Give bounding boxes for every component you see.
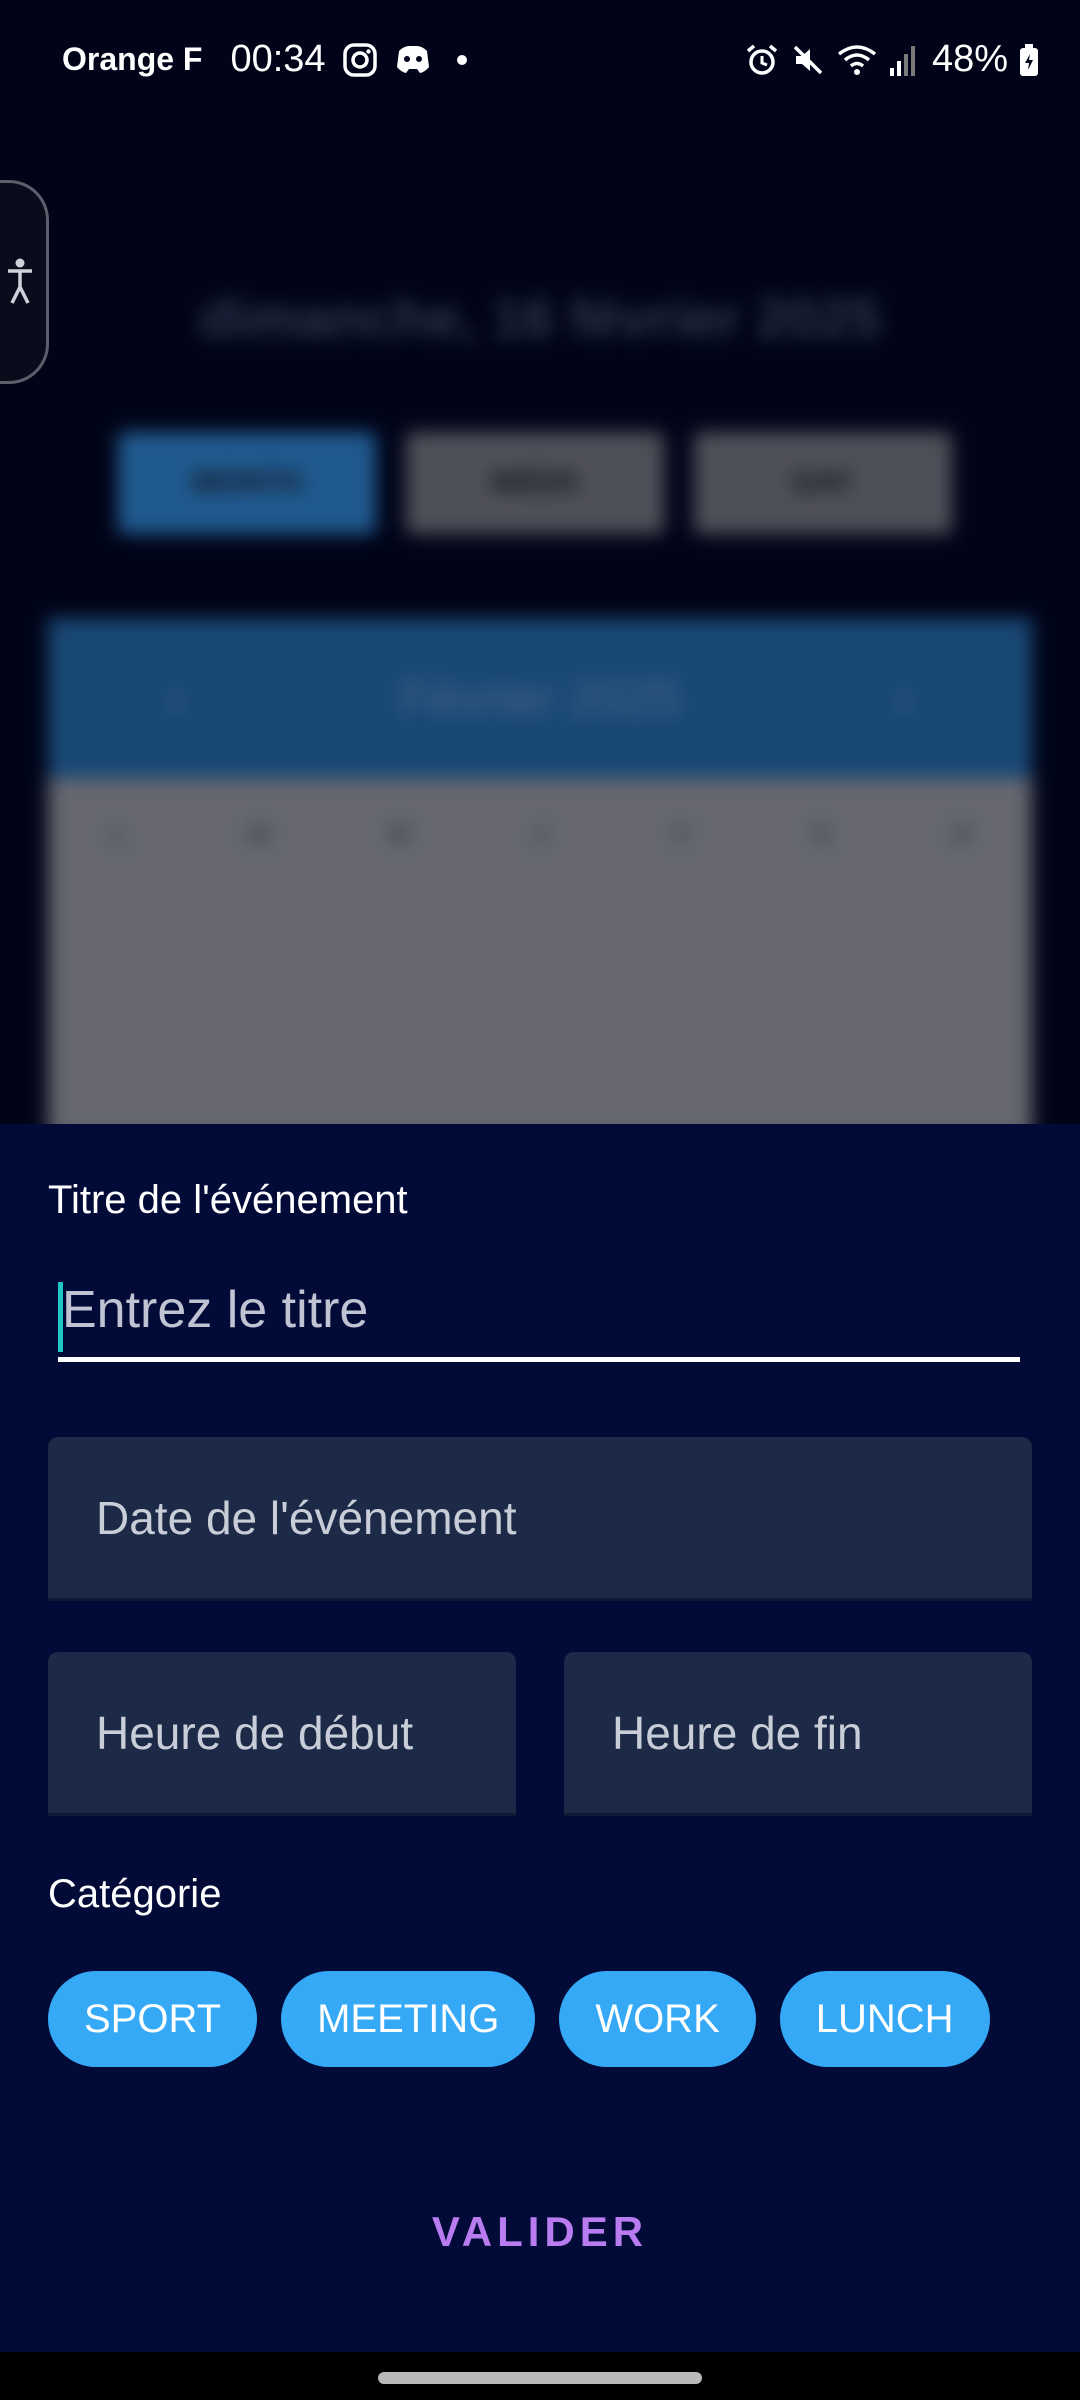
end-time-placeholder: Heure de fin (612, 1706, 863, 1759)
wifi-icon (836, 42, 878, 78)
category-chip-lunch[interactable]: LUNCH (779, 1971, 990, 2067)
background-calendar-header: ‹ Février 2025 › (48, 618, 1032, 778)
start-time-placeholder: Heure de début (96, 1706, 414, 1759)
carrier-name: Orange F (62, 41, 203, 77)
discord-icon (394, 43, 432, 77)
chevron-right-icon: › (895, 670, 912, 726)
weekday-label: M (247, 818, 271, 849)
navigation-bar (0, 2352, 1080, 2400)
home-indicator[interactable] (378, 2372, 702, 2384)
background-calendar-screen: dimanche, 16 février 2025 MONTH WEEK DAY… (0, 0, 1080, 1124)
category-chips: SPORT MEETING WORK LUNCH (48, 1971, 990, 2067)
signal-icon (888, 42, 918, 78)
accessibility-icon (8, 258, 32, 304)
submit-button[interactable]: VALIDER (0, 2208, 1080, 2256)
battery-icon (1018, 42, 1040, 78)
day-view-button: DAY (694, 432, 952, 534)
date-field[interactable]: Date de l'événement (48, 1437, 1032, 1601)
weekday-label: L (110, 818, 127, 849)
accessibility-tab[interactable] (0, 180, 49, 384)
weekday-label: V (671, 818, 690, 849)
title-label: Titre de l'événement (48, 1178, 408, 1222)
weekday-label: D (951, 818, 972, 849)
mute-icon (790, 42, 826, 78)
category-chip-sport[interactable]: SPORT (48, 1971, 258, 2067)
category-chip-meeting[interactable]: MEETING (281, 1971, 536, 2067)
instagram-icon (342, 42, 378, 78)
text-caret (58, 1282, 63, 1352)
dot-icon (448, 53, 476, 67)
start-time-field[interactable]: Heure de début (48, 1652, 516, 1816)
alarm-icon (744, 42, 780, 78)
battery-percentage: 48% (931, 38, 1008, 80)
category-label: Catégorie (48, 1872, 222, 1916)
status-bar: Orange F 00:34 48% (0, 0, 1080, 120)
date-placeholder: Date de l'événement (96, 1491, 517, 1544)
background-date-heading: dimanche, 16 février 2025 (199, 286, 881, 349)
end-time-field[interactable]: Heure de fin (564, 1652, 1032, 1816)
month-view-button: MONTH (118, 432, 376, 534)
background-month-label: Février 2025 (399, 670, 681, 726)
title-input[interactable] (58, 1262, 1020, 1362)
background-view-switcher: MONTH WEEK DAY (118, 432, 952, 534)
week-view-button: WEEK (406, 432, 664, 534)
title-field (58, 1262, 1020, 1366)
chevron-left-icon: ‹ (168, 670, 185, 726)
category-chip-work[interactable]: WORK (559, 1971, 756, 2067)
weekday-label: S (811, 818, 831, 849)
weekday-label: J (532, 818, 547, 849)
background-calendar-grid: L M M J V S D (48, 778, 1032, 1124)
weekday-label: M (387, 818, 412, 849)
clock: 00:34 (230, 38, 326, 80)
